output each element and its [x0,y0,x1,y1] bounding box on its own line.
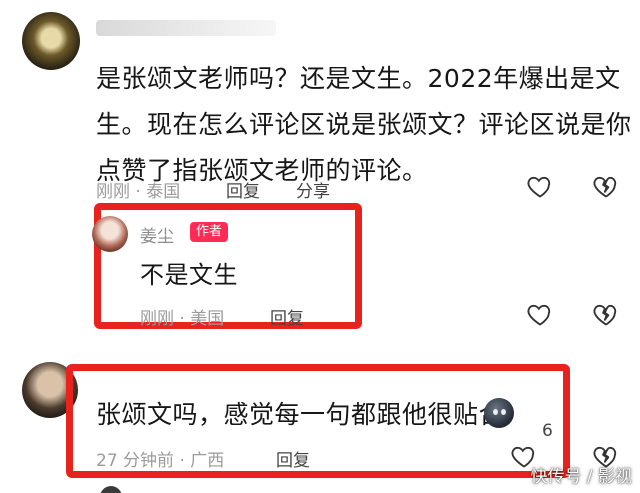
reply-text: 不是文生 [140,261,238,289]
comment-text: 张颂文吗，感觉每一句都跟他很贴合 [96,400,505,429]
dislike-button[interactable] [592,300,620,328]
avatar[interactable] [22,12,80,70]
reply-button[interactable]: 回复 [276,446,310,471]
avatar[interactable] [92,216,128,252]
reply-button[interactable]: 回复 [226,177,260,202]
watermark: 快传号 / 影视 [530,467,632,487]
like-button[interactable] [526,300,554,328]
avatar[interactable] [100,486,122,493]
comment-line: 是张颂文老师吗？还是文生。2022年爆出是文 [96,64,621,93]
reply-meta: 刚刚 · 美国 [140,309,225,329]
reply-button[interactable]: 回复 [270,304,304,329]
blurred-username [96,20,276,36]
comment-meta: 刚刚 · 泰国 [96,182,181,202]
comment-line: 生。现在怎么评论区说是张颂文？评论区说是你 [96,110,632,139]
author-name[interactable]: 姜尘 [140,222,174,247]
share-button[interactable]: 分享 [296,177,330,202]
comment-meta: 27 分钟前 · 广西 [96,451,225,471]
author-badge: 作者 [190,222,229,242]
dislike-button[interactable] [592,172,620,200]
heart-outline-icon [527,304,551,326]
broken-heart-icon [593,304,617,326]
emoji-icon [484,398,514,428]
heart-outline-icon [527,176,551,198]
like-count: 6 [542,421,553,441]
broken-heart-icon [593,176,617,198]
like-button[interactable] [526,172,554,200]
